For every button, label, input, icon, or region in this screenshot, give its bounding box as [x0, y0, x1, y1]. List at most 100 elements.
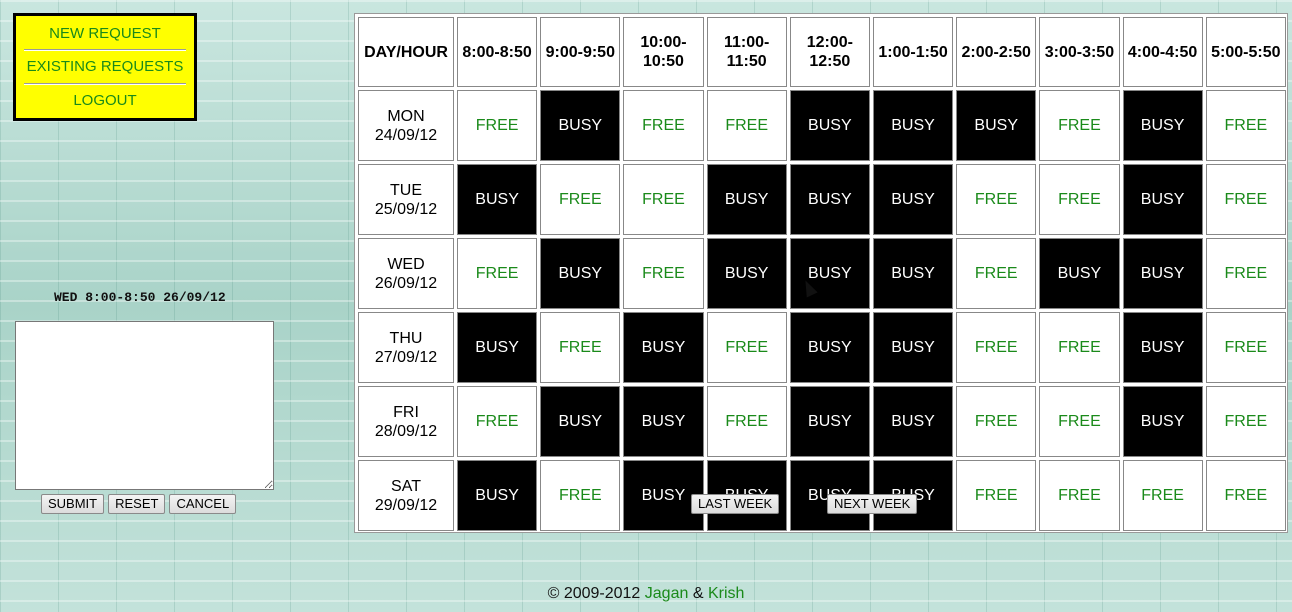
busy-slot-cell: BUSY: [1122, 386, 1203, 457]
busy-slot-cell: BUSY: [872, 90, 954, 161]
busy-slot-cell: BUSY: [706, 238, 787, 309]
hour-header: 4:00-4:50: [1122, 17, 1203, 87]
submit-button[interactable]: SUBMIT: [41, 494, 105, 514]
busy-slot-cell: BUSY: [623, 386, 704, 457]
day-name: FRI: [393, 403, 419, 421]
schedule-header-row: DAY/HOUR 8:00-8:50 9:00-9:50 10:00- 10:50 11…: [358, 17, 1286, 87]
existing-requests-link[interactable]: EXISTING REQUESTS: [24, 54, 186, 79]
free-slot-cell[interactable]: FREE: [1039, 90, 1120, 161]
busy-slot-cell: BUSY: [540, 90, 621, 161]
author-krish: Krish: [707, 585, 745, 602]
hour-header: 2:00-2:50: [956, 17, 1037, 87]
hour-header: 8:00-8:50: [457, 17, 538, 87]
free-slot-cell[interactable]: FREE: [1205, 312, 1286, 383]
selected-slot-label: WED 8:00-8:50 26/09/12: [54, 290, 226, 305]
schedule-row: MON 24/09/12 FREE BUSY FREE FREE BUSY BUSY BUSY F…: [358, 90, 1286, 161]
schedule-table: DAY/HOUR 8:00-8:50 9:00-9:50 10:00- 10:50 11…: [355, 14, 1289, 534]
day-date: 24/09/12: [374, 126, 438, 144]
free-slot-cell[interactable]: FREE: [623, 238, 704, 309]
day-cell: MON 24/09/12: [358, 90, 454, 161]
hour-header: 12:00- 12:50: [789, 17, 870, 87]
free-slot-cell[interactable]: FREE: [956, 164, 1037, 235]
request-comment-input[interactable]: [15, 321, 274, 490]
busy-slot-cell: BUSY: [457, 312, 538, 383]
author-separator: &: [692, 585, 704, 602]
busy-slot-cell: BUSY: [1122, 164, 1203, 235]
logout-link[interactable]: LOGOUT: [24, 88, 186, 113]
hour-header: 3:00-3:50: [1039, 17, 1120, 87]
hour-header: 9:00-9:50: [540, 17, 621, 87]
busy-slot-cell: BUSY: [872, 386, 954, 457]
reset-button[interactable]: RESET: [108, 494, 166, 514]
day-cell: FRI 28/09/12: [358, 386, 454, 457]
next-week-button[interactable]: NEXT WEEK: [827, 494, 918, 514]
busy-slot-cell: BUSY: [789, 238, 870, 309]
free-slot-cell[interactable]: FREE: [706, 312, 787, 383]
free-slot-cell[interactable]: FREE: [1205, 386, 1286, 457]
day-cell: TUE 25/09/12: [358, 164, 454, 235]
day-date: 29/09/12: [374, 496, 438, 514]
free-slot-cell[interactable]: FREE: [1205, 238, 1286, 309]
busy-slot-cell: BUSY: [457, 164, 538, 235]
free-slot-cell[interactable]: FREE: [1039, 164, 1120, 235]
free-slot-cell[interactable]: FREE: [1205, 164, 1286, 235]
day-name: TUE: [390, 181, 422, 199]
free-slot-cell[interactable]: FREE: [1205, 460, 1286, 531]
last-week-button[interactable]: LAST WEEK: [691, 494, 780, 514]
cancel-button[interactable]: CANCEL: [169, 494, 237, 514]
free-slot-cell[interactable]: FREE: [956, 238, 1037, 309]
day-date: 26/09/12: [374, 274, 438, 292]
day-name: WED: [387, 255, 425, 273]
hour-header: 10:00- 10:50: [623, 17, 704, 87]
day-date: 28/09/12: [374, 422, 438, 440]
free-slot-cell[interactable]: FREE: [457, 386, 538, 457]
day-hour-header: DAY/HOUR: [358, 17, 454, 87]
busy-slot-cell: BUSY: [1039, 238, 1120, 309]
free-slot-cell[interactable]: FREE: [1039, 460, 1120, 531]
main-menu: NEW REQUEST EXISTING REQUESTS LOGOUT: [13, 13, 197, 121]
free-slot-cell[interactable]: FREE: [1122, 460, 1203, 531]
free-slot-cell[interactable]: FREE: [540, 460, 621, 531]
copyright-text: © 2009-2012: [547, 585, 641, 602]
busy-slot-cell: BUSY: [789, 386, 870, 457]
busy-slot-cell: BUSY: [457, 460, 538, 531]
busy-slot-cell: BUSY: [706, 164, 787, 235]
busy-slot-cell: BUSY: [872, 164, 954, 235]
free-slot-cell[interactable]: FREE: [706, 90, 787, 161]
busy-slot-cell: BUSY: [956, 90, 1037, 161]
free-slot-cell[interactable]: FREE: [706, 386, 787, 457]
menu-divider: [24, 82, 186, 85]
request-form-buttons: SUBMIT RESET CANCEL: [41, 494, 237, 514]
busy-slot-cell: BUSY: [872, 238, 954, 309]
schedule-row: SAT29/09/12BUSYFREEBUSYBUSYBUSYBUSYFREEF…: [358, 460, 1286, 531]
day-name: MON: [387, 107, 425, 125]
free-slot-cell[interactable]: FREE: [1039, 312, 1120, 383]
free-slot-cell[interactable]: FREE: [1039, 386, 1120, 457]
free-slot-cell[interactable]: FREE: [457, 238, 538, 309]
busy-slot-cell: BUSY: [540, 238, 621, 309]
free-slot-cell[interactable]: FREE: [623, 164, 704, 235]
schedule-row: FRI 28/09/12 FREE BUSY BUSY FREE BUSY BUSY FREE F…: [358, 386, 1286, 457]
free-slot-cell[interactable]: FREE: [623, 90, 704, 161]
free-slot-cell[interactable]: FREE: [956, 460, 1037, 531]
menu-divider: [24, 49, 186, 52]
busy-slot-cell: BUSY: [789, 312, 870, 383]
schedule-row: TUE 25/09/12 BUSY FREE FREE BUSY BUSY BUSY FREE F…: [358, 164, 1286, 235]
weekly-schedule: DAY/HOUR 8:00-8:50 9:00-9:50 10:00- 10:50 11…: [354, 13, 1288, 533]
free-slot-cell[interactable]: FREE: [540, 312, 621, 383]
day-cell: THU 27/09/12: [358, 312, 454, 383]
busy-slot-cell: BUSY: [1122, 90, 1203, 161]
free-slot-cell[interactable]: FREE: [457, 90, 538, 161]
new-request-link[interactable]: NEW REQUEST: [24, 21, 186, 46]
busy-slot-cell: BUSY: [789, 90, 870, 161]
day-cell: WED 26/09/12: [358, 238, 454, 309]
free-slot-cell[interactable]: FREE: [956, 312, 1037, 383]
author-jagan: Jagan: [644, 585, 689, 602]
free-slot-cell[interactable]: FREE: [540, 164, 621, 235]
free-slot-cell[interactable]: FREE: [1205, 90, 1286, 161]
busy-slot-cell: BUSY: [789, 164, 870, 235]
day-name: SAT: [391, 477, 421, 495]
schedule-row: THU 27/09/12 BUSY FREE BUSY FREE BUSY BUSY FREE F…: [358, 312, 1286, 383]
hour-header: 5:00-5:50: [1205, 17, 1286, 87]
free-slot-cell[interactable]: FREE: [956, 386, 1037, 457]
